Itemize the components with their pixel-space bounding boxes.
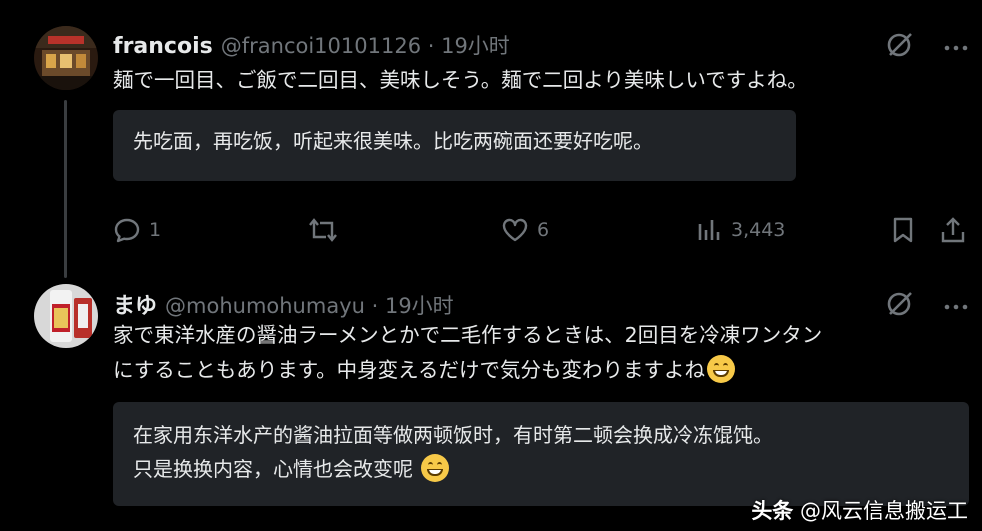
more-icon[interactable] [944, 296, 968, 315]
translation-line: 在家用东洋水产的酱油拉面等做两顿饭时，有时第二顿会换成冷冻馄饨。 [133, 423, 773, 447]
post-text: 家で東洋水産の醤油ラーメンとかで二毛作するときは、2回目を冷凍ワンタン にするこ… [113, 318, 968, 388]
bookmark-button[interactable] [890, 216, 916, 244]
repost-icon [307, 216, 339, 244]
share-icon [939, 216, 967, 244]
bookmark-icon [890, 216, 916, 244]
reply-count: 1 [149, 219, 162, 241]
avatar-francois[interactable] [34, 26, 98, 90]
post-menu [886, 30, 968, 62]
thread-line [64, 100, 67, 278]
like-count: 6 [537, 219, 550, 241]
action-bar: 1 6 3,443 [113, 216, 968, 248]
grin-emoji [421, 454, 450, 482]
share-button[interactable] [939, 216, 967, 244]
post-header: francois @francoi10101126 · 19小时 [113, 30, 510, 60]
views-button[interactable]: 3,443 [697, 216, 785, 244]
display-name[interactable]: francois [113, 34, 213, 59]
watermark-account: @风云信息搬运工 [800, 499, 968, 523]
like-button[interactable]: 6 [501, 216, 549, 244]
post-header: まゆ @mohumohumayu · 19小时 [113, 288, 454, 320]
reply-icon [113, 216, 141, 244]
watermark: 头条 @风云信息搬运工 [751, 495, 968, 525]
display-name[interactable]: まゆ [113, 288, 157, 320]
translation-text: 先吃面，再吃饭，听起来很美味。比吃两碗面还要好吃呢。 [133, 129, 653, 153]
avatar-mayu[interactable] [34, 284, 98, 348]
views-icon [697, 216, 723, 244]
translation-box: 在家用东洋水产的酱油拉面等做两顿饭时，有时第二顿会换成冷冻馄饨。 只是换换内容，… [113, 402, 969, 506]
post-text: 麺で一回目、ご飯で二回目、美味しそう。麺で二回より美味しいですよね。 [113, 68, 808, 92]
grin-emoji [707, 355, 736, 383]
more-icon[interactable] [944, 37, 968, 56]
post-francois[interactable]: francois @francoi10101126 · 19小时 麺で一回目、ご… [0, 0, 982, 278]
grok-icon[interactable] [886, 289, 914, 321]
translation-line-2: 只是换换内容，心情也会改变呢 [133, 452, 949, 486]
repost-button[interactable] [307, 216, 339, 244]
watermark-brand: 头条 [751, 499, 794, 523]
grok-icon[interactable] [886, 30, 914, 62]
views-count: 3,443 [731, 219, 786, 241]
translation-box: 先吃面，再吃饭，听起来很美味。比吃两碗面还要好吃呢。 [113, 110, 796, 181]
translation-line: 只是换换内容，心情也会改变呢 [133, 457, 413, 481]
handle-and-time[interactable]: @mohumohumayu · 19小时 [165, 290, 454, 320]
post-text-line: にすることもあります。中身変えるだけで気分も変わりますよね [113, 358, 706, 382]
post-text-line: 家で東洋水産の醤油ラーメンとかで二毛作するときは、2回目を冷凍ワンタン [113, 323, 823, 347]
post-menu [886, 289, 968, 321]
like-icon [501, 216, 529, 244]
handle-and-time[interactable]: @francoi10101126 · 19小时 [221, 30, 510, 60]
reply-button[interactable]: 1 [113, 216, 161, 244]
post-text-line-2: にすることもあります。中身変えるだけで気分も変わりますよね [113, 353, 968, 388]
post-mayu[interactable]: まゆ @mohumohumayu · 19小时 家で東洋水産の醤油ラーメンとかで… [0, 270, 982, 531]
